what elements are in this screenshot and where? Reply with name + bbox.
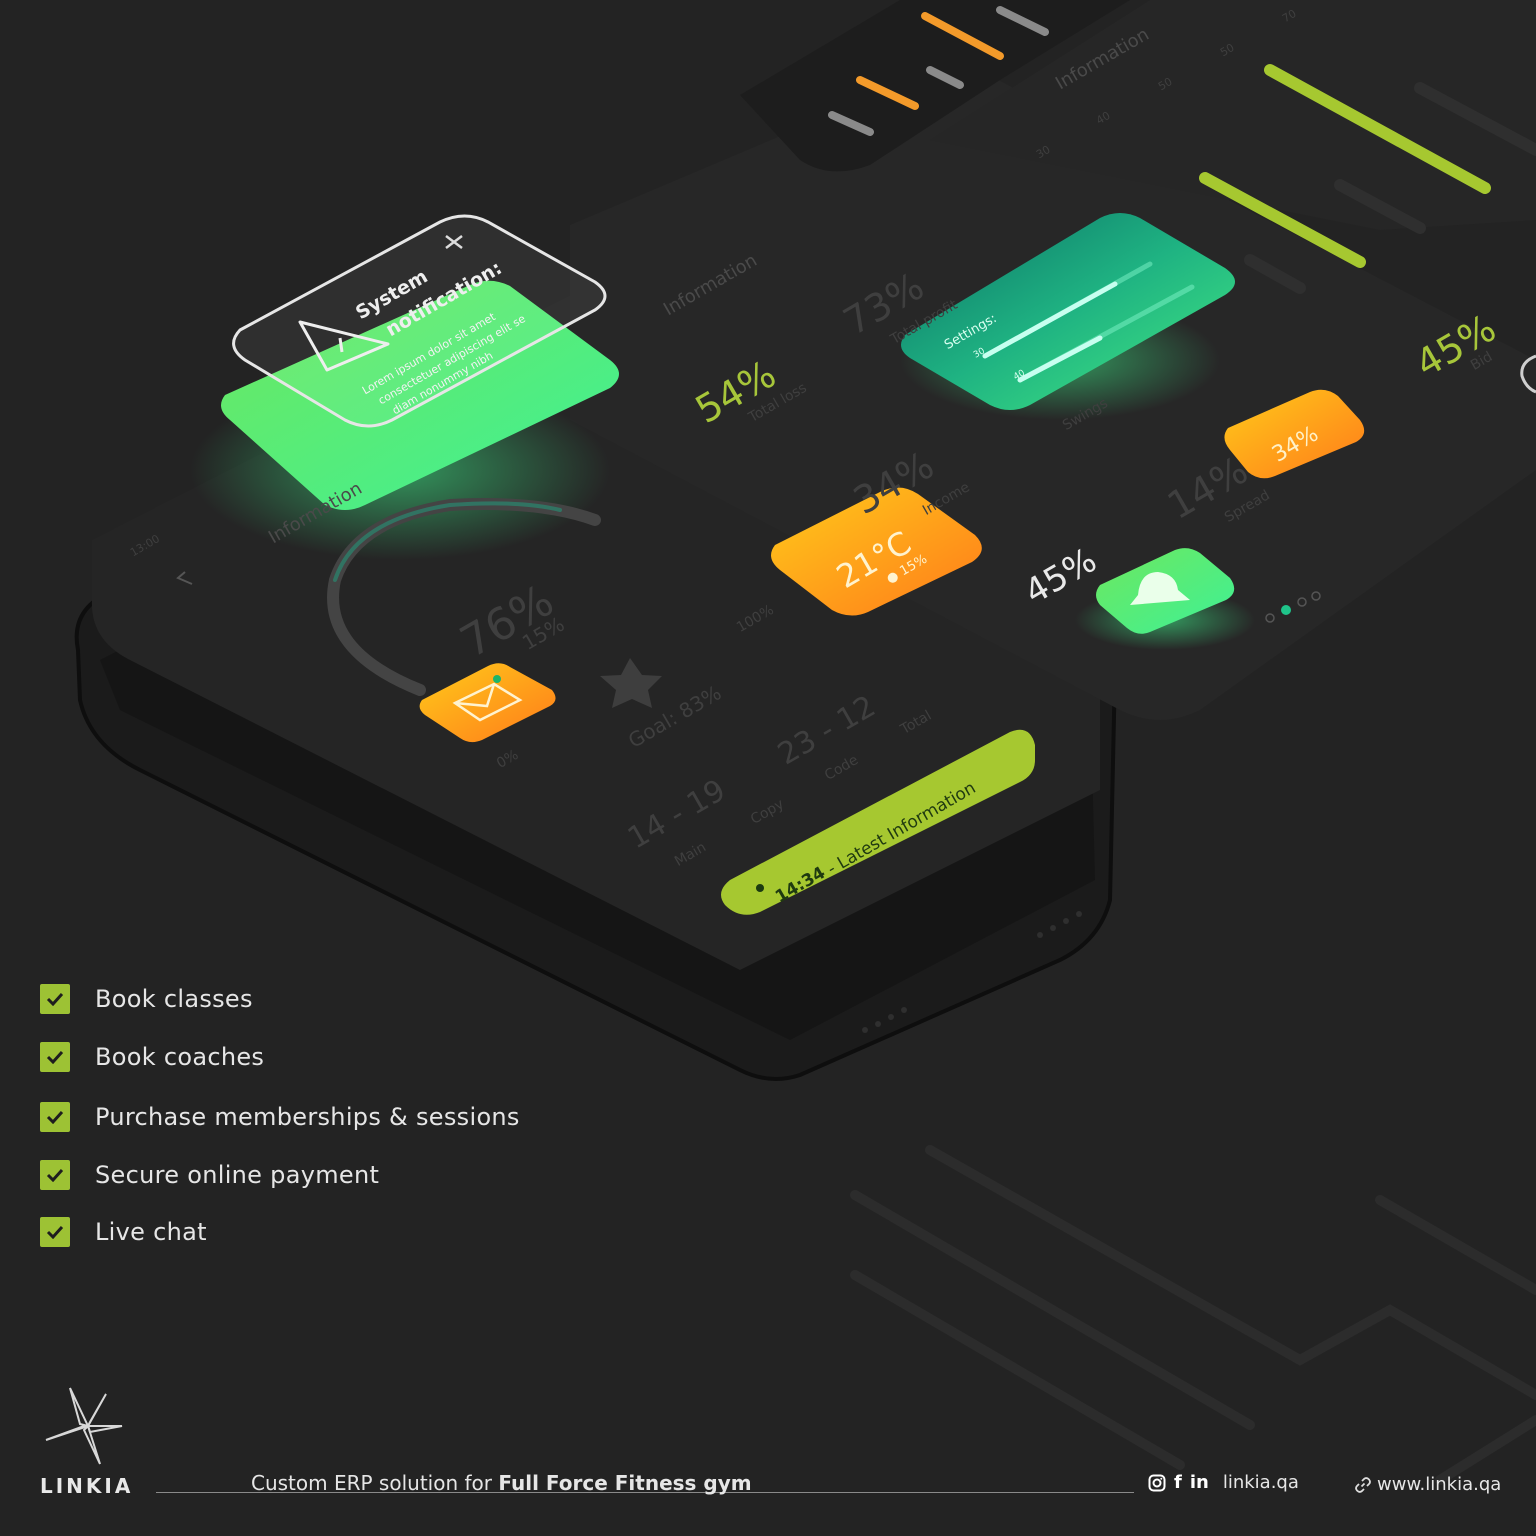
social-handle[interactable]: linkia.qa bbox=[1223, 1472, 1299, 1493]
feature-label: Secure online payment bbox=[95, 1161, 380, 1189]
mockup-graphic bbox=[74, 0, 1536, 1081]
feature-item: Purchase memberships & sessions bbox=[40, 1100, 520, 1134]
feature-item: Book coaches bbox=[40, 1040, 264, 1074]
brand-name: LINKIA bbox=[40, 1474, 134, 1498]
tagline: Custom ERP solution for Full Force Fitne… bbox=[251, 1471, 752, 1495]
linkia-logo-icon bbox=[45, 1387, 123, 1465]
phone-mockup-scene: System notification: Lorem ipsum dolor s… bbox=[0, 0, 1536, 1536]
link-icon bbox=[1355, 1476, 1371, 1493]
check-icon bbox=[40, 984, 70, 1014]
feature-label: Purchase memberships & sessions bbox=[95, 1103, 520, 1131]
check-icon bbox=[40, 1042, 70, 1072]
linkedin-icon[interactable]: in bbox=[1190, 1472, 1209, 1493]
tagline-prefix: Custom ERP solution for bbox=[251, 1471, 499, 1495]
social-links: f in linkia.qa bbox=[1148, 1472, 1299, 1493]
check-icon bbox=[40, 1160, 70, 1190]
feature-label: Live chat bbox=[95, 1218, 207, 1246]
facebook-icon[interactable]: f bbox=[1174, 1472, 1182, 1493]
feature-item: Live chat bbox=[40, 1215, 207, 1249]
check-icon bbox=[40, 1217, 70, 1247]
feature-label: Book classes bbox=[95, 985, 253, 1013]
feature-item: Secure online payment bbox=[40, 1158, 379, 1192]
tagline-bold: Full Force Fitness gym bbox=[498, 1471, 752, 1495]
website-text[interactable]: www.linkia.qa bbox=[1377, 1474, 1501, 1495]
website-link[interactable]: www.linkia.qa bbox=[1355, 1474, 1501, 1495]
check-icon bbox=[40, 1102, 70, 1132]
feature-label: Book coaches bbox=[95, 1043, 265, 1071]
feature-item: Book classes bbox=[40, 982, 253, 1016]
instagram-icon[interactable] bbox=[1148, 1474, 1166, 1492]
